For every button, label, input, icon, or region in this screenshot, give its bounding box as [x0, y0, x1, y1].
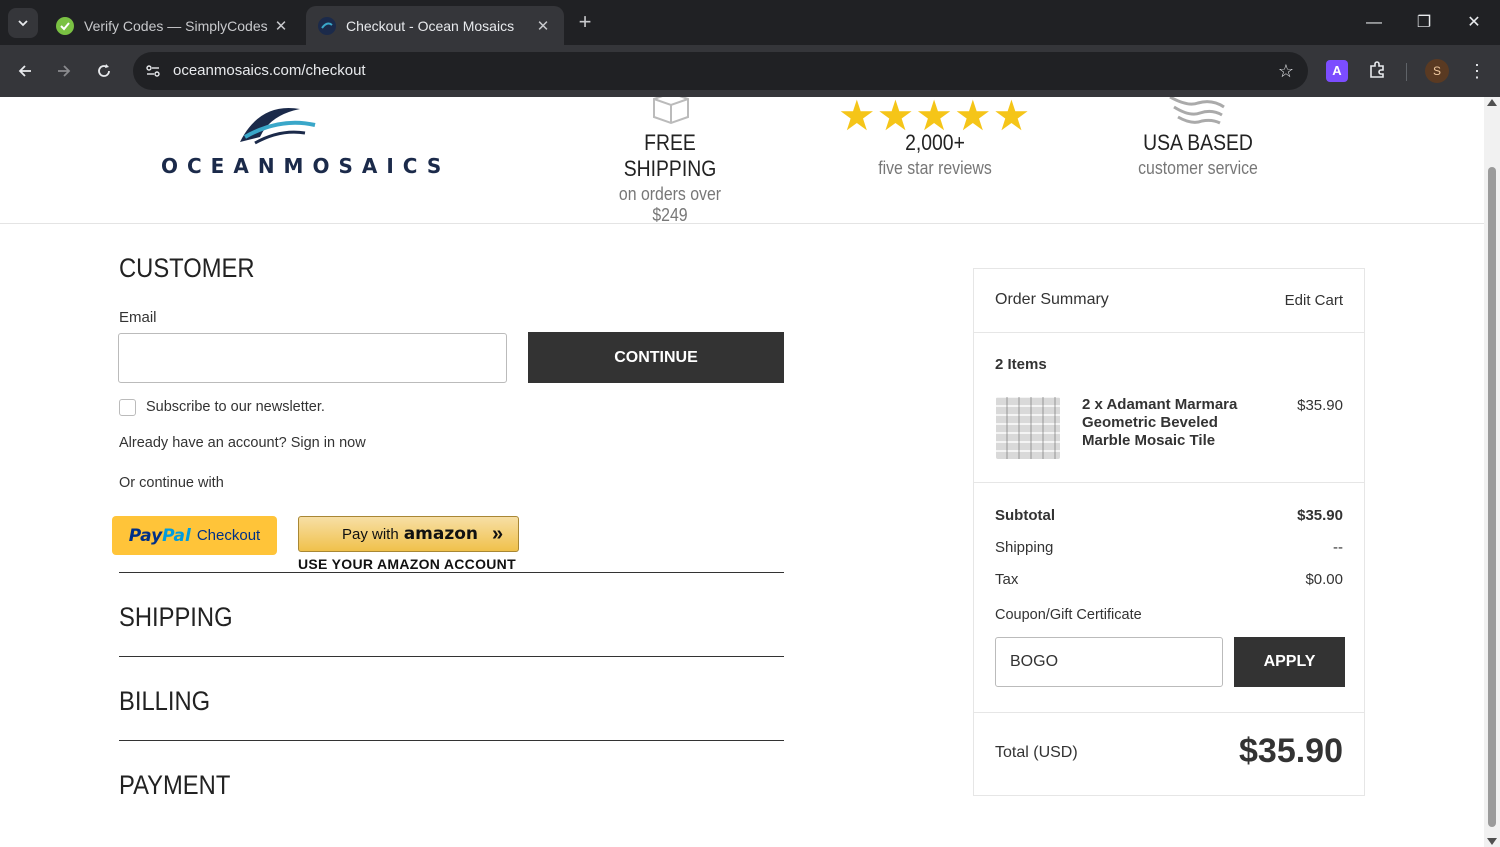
product-price: $35.90 [1297, 397, 1343, 414]
ocean-mosaics-favicon-icon [318, 16, 336, 35]
site-header: OCEANMOSAICS FREE SHIPPING on orders ove… [0, 97, 1484, 226]
order-summary-title: Order Summary [995, 291, 1109, 308]
section-divider [119, 740, 784, 741]
order-summary-panel: Order Summary Edit Cart 2 Items 2 x Adam… [973, 268, 1365, 796]
new-tab-plus-icon[interactable]: + [572, 9, 598, 35]
feature-usa-service: USA BASED customer service [1118, 130, 1278, 179]
chevron-down-icon [18, 20, 28, 27]
newsletter-label[interactable]: Subscribe to our newsletter. [146, 399, 325, 415]
reload-icon[interactable] [90, 57, 118, 85]
tab-title: Verify Codes — SimplyCodes [84, 17, 268, 34]
amazon-pay-with-label: Pay with [342, 525, 399, 543]
tab-title: Checkout - Ocean Mosaics [346, 17, 515, 34]
close-tab-icon[interactable]: ✕ [272, 17, 290, 35]
browser-toolbar: oceanmosaics.com/checkout ☆ A S ⋮ [0, 45, 1500, 97]
paypal-logo-pay: Pay [128, 525, 163, 546]
continue-button[interactable]: CONTINUE [528, 332, 784, 383]
product-thumbnail [996, 397, 1060, 459]
apply-coupon-button[interactable]: APPLY [1234, 637, 1345, 687]
amazon-account-label: USE YOUR AMAZON ACCOUNT [298, 556, 516, 572]
paypal-checkout-button[interactable]: Pay Pal Checkout [112, 516, 277, 555]
shipping-section-title[interactable]: SHIPPING [119, 602, 233, 633]
section-divider [119, 656, 784, 657]
toolbar-separator [1406, 63, 1407, 81]
summary-divider [974, 712, 1364, 713]
or-continue-label: Or continue with [119, 475, 224, 491]
browser-tab-bar: Verify Codes — SimplyCodes ✕ Checkout - … [0, 0, 1500, 45]
close-tab-icon[interactable]: ✕ [534, 17, 552, 35]
coupon-label: Coupon/Gift Certificate [995, 607, 1142, 623]
total-value: $35.90 [1239, 732, 1343, 770]
tab-search-button[interactable] [8, 8, 38, 38]
site-settings-icon[interactable] [141, 59, 165, 83]
shipping-value: -- [1333, 539, 1343, 556]
summary-divider [974, 482, 1364, 483]
tax-value: $0.00 [1305, 571, 1343, 588]
extension-a-icon[interactable]: A [1326, 60, 1348, 82]
tab-ocean-mosaics[interactable]: Checkout - Ocean Mosaics ✕ [306, 6, 564, 45]
usa-flag-icon [1169, 97, 1225, 125]
email-label: Email [119, 309, 157, 326]
edit-cart-link[interactable]: Edit Cart [1285, 292, 1343, 309]
subtotal-value: $35.90 [1297, 507, 1343, 524]
forward-arrow-icon[interactable] [50, 57, 78, 85]
customer-section-title: CUSTOMER [119, 253, 255, 283]
tab-simplycodes[interactable]: Verify Codes — SimplyCodes ✕ [44, 6, 302, 45]
extensions-puzzle-icon[interactable] [1367, 60, 1389, 82]
close-window-icon[interactable]: ✕ [1461, 10, 1487, 36]
feature-title: 2,000+ [905, 130, 965, 155]
feature-subtitle: customer service [1138, 158, 1258, 178]
feature-subtitle: on orders over $249 [618, 184, 722, 225]
minimize-icon[interactable]: — [1361, 10, 1387, 36]
checkout-page: OCEANMOSAICS FREE SHIPPING on orders ove… [0, 97, 1484, 847]
total-label: Total (USD) [995, 744, 1078, 761]
logo-text: OCEANMOSAICS [161, 154, 451, 178]
payment-section-title[interactable]: PAYMENT [119, 770, 230, 801]
bookmark-star-icon[interactable]: ☆ [1278, 61, 1294, 82]
profile-avatar[interactable]: S [1425, 59, 1449, 83]
scroll-up-arrow-icon[interactable] [1487, 99, 1497, 106]
paypal-logo-pal: Pal [162, 525, 191, 546]
shipping-label: Shipping [995, 539, 1054, 556]
amazon-logo: amazon [403, 524, 479, 544]
page-scrollbar[interactable] [1484, 97, 1500, 847]
address-bar[interactable]: oceanmosaics.com/checkout ☆ [133, 52, 1308, 90]
product-name: 2 x Adamant Marmara Geometric Beveled Ma… [1082, 396, 1238, 449]
browser-menu-icon[interactable]: ⋮ [1468, 59, 1486, 83]
subtotal-label: Subtotal [995, 507, 1055, 524]
section-divider [119, 572, 784, 573]
feature-title: USA BASED [1143, 130, 1253, 155]
feature-reviews: 2,000+ five star reviews [855, 130, 1015, 179]
scroll-down-arrow-icon[interactable] [1487, 838, 1497, 845]
newsletter-checkbox[interactable] [119, 399, 136, 416]
double-chevron-right-icon: » [492, 522, 504, 545]
coupon-input[interactable]: BOGO [995, 637, 1223, 687]
sign-in-link[interactable]: Already have an account? Sign in now [119, 435, 366, 451]
url-text: oceanmosaics.com/checkout [173, 62, 366, 79]
tax-label: Tax [995, 571, 1019, 588]
feature-subtitle: five star reviews [878, 158, 992, 178]
email-input[interactable] [118, 333, 507, 383]
back-arrow-icon[interactable] [11, 57, 39, 85]
scrollbar-thumb[interactable] [1488, 167, 1496, 827]
restore-icon[interactable]: ❐ [1411, 10, 1437, 36]
box-icon [653, 97, 689, 125]
feature-free-shipping: FREE SHIPPING on orders over $249 [590, 130, 750, 226]
feature-title: FREE SHIPPING [623, 130, 717, 181]
billing-section-title[interactable]: BILLING [119, 686, 210, 717]
paypal-checkout-label: Checkout [196, 527, 261, 544]
amazon-pay-button[interactable]: Pay with amazon » [298, 516, 519, 552]
simplycodes-favicon-icon [56, 16, 74, 35]
items-count: 2 Items [995, 356, 1047, 373]
summary-divider [974, 332, 1364, 333]
